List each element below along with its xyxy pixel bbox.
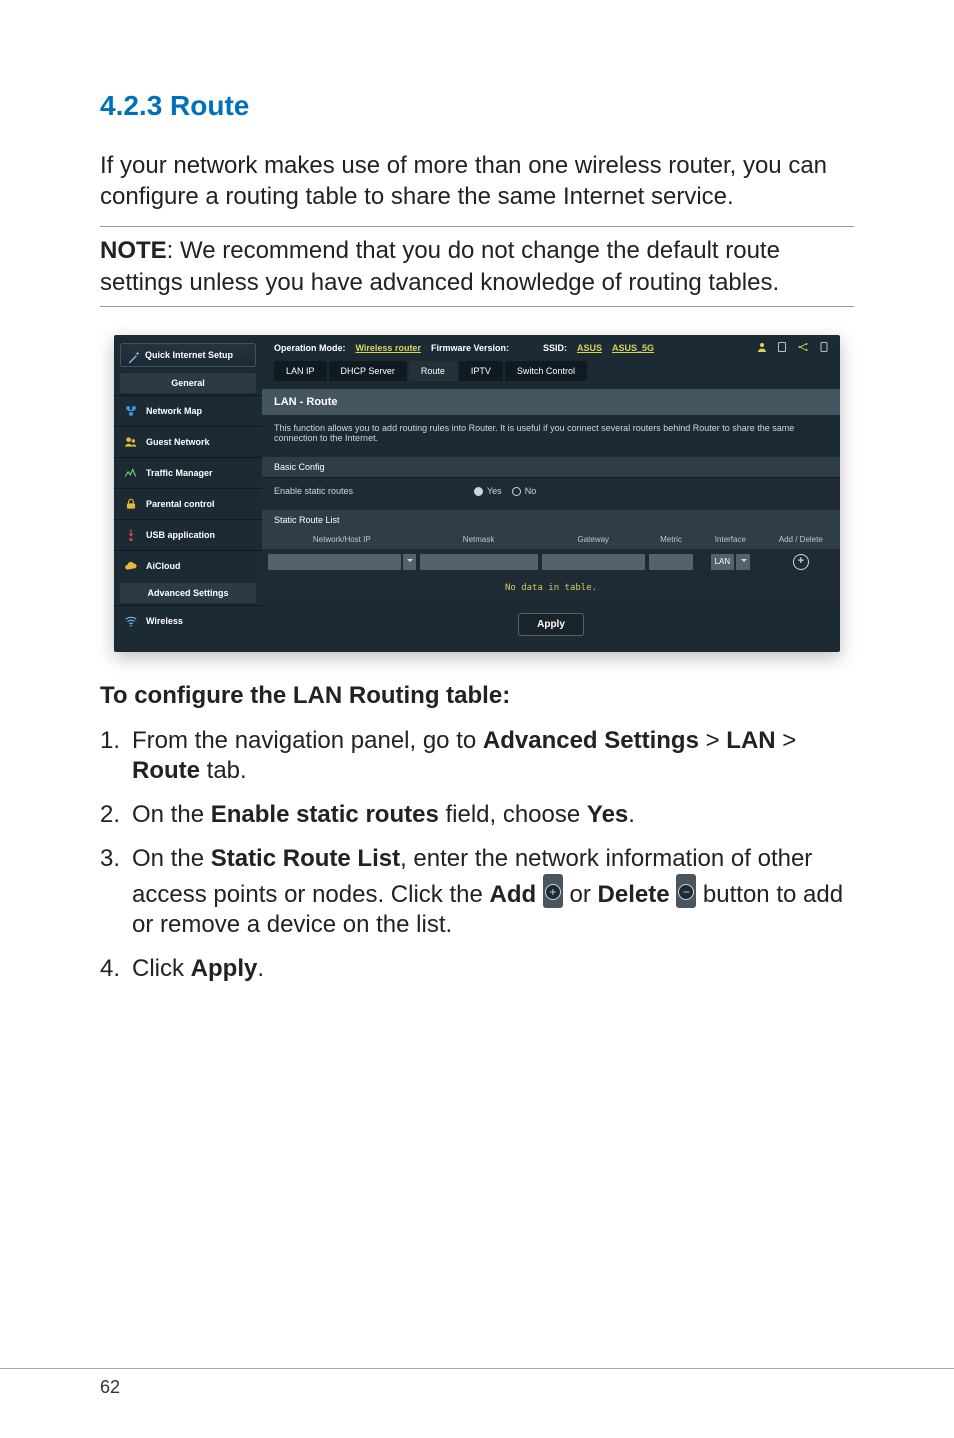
step-4: Click Apply. — [100, 954, 854, 984]
col-interface: Interface — [697, 535, 763, 544]
user-icon[interactable] — [756, 341, 768, 353]
delete-icon-button: − — [676, 874, 696, 908]
step-2: On the Enable static routes field, choos… — [100, 800, 854, 830]
quick-internet-setup[interactable]: Quick Internet Setup — [120, 343, 256, 367]
route-table-header: Network/Host IP Netmask Gateway Metric I… — [262, 530, 840, 549]
enable-static-routes-field[interactable]: Yes No — [474, 486, 536, 496]
network-status-icon[interactable] — [796, 341, 810, 353]
ssid-label: SSID: — [543, 343, 567, 353]
page-icon[interactable] — [776, 341, 788, 353]
traffic-manager-icon — [124, 466, 138, 480]
sidebar-item-label: Wireless — [146, 616, 183, 626]
device-icon[interactable] — [818, 341, 830, 353]
page-footer: 62 — [0, 1368, 954, 1398]
sidebar-item-aicloud[interactable]: AiCloud — [114, 550, 262, 581]
router-screenshot: Quick Internet Setup General Network Map… — [114, 335, 840, 652]
tab-switch-control[interactable]: Switch Control — [505, 361, 587, 381]
plus-icon: + — [545, 884, 561, 900]
sidebar-item-wireless[interactable]: Wireless — [114, 605, 262, 636]
note-box: NOTE: We recommend that you do not chang… — [100, 226, 854, 306]
minus-icon: − — [678, 884, 694, 900]
netmask-input[interactable] — [420, 554, 538, 570]
sidebar-item-label: USB application — [146, 530, 215, 540]
lock-icon — [124, 497, 138, 511]
guest-network-icon — [124, 435, 138, 449]
lan-tabs: LAN IP DHCP Server Route IPTV Switch Con… — [262, 361, 840, 381]
ssid-2[interactable]: ASUS_5G — [612, 343, 654, 353]
sidebar-section-general: General — [120, 373, 256, 393]
qi-label: Quick Internet Setup — [145, 350, 233, 360]
add-route-button[interactable]: + — [793, 554, 809, 570]
sidebar-item-usb-application[interactable]: USB application — [114, 519, 262, 550]
tab-lan-ip[interactable]: LAN IP — [274, 361, 327, 381]
radio-yes[interactable] — [474, 487, 483, 496]
enable-static-routes-label: Enable static routes — [274, 486, 474, 496]
section-static-route-list: Static Route List — [262, 510, 840, 530]
section-basic-config: Basic Config — [262, 457, 840, 477]
network-map-icon — [124, 404, 138, 418]
interface-select[interactable]: LAN — [711, 554, 735, 570]
sidebar-section-advanced: Advanced Settings — [120, 583, 256, 603]
network-host-ip-dropdown[interactable] — [403, 554, 416, 570]
procedure-heading: To configure the LAN Routing table: — [100, 682, 854, 710]
wand-icon — [127, 350, 141, 364]
radio-no-label: No — [525, 486, 537, 496]
section-heading: 4.2.3 Route — [100, 90, 854, 122]
tab-dhcp-server[interactable]: DHCP Server — [329, 361, 407, 381]
col-gateway: Gateway — [542, 535, 645, 544]
no-data-message: No data in table. — [262, 575, 840, 601]
network-host-ip-input[interactable] — [268, 554, 401, 570]
metric-input[interactable] — [649, 554, 693, 570]
route-input-row: LAN + — [262, 549, 840, 575]
radio-yes-label: Yes — [487, 486, 502, 496]
enable-static-routes-row: Enable static routes Yes No — [262, 477, 840, 504]
fw-label: Firmware Version: — [431, 343, 509, 353]
col-network-host-ip: Network/Host IP — [268, 535, 416, 544]
sidebar-item-label: Traffic Manager — [146, 468, 213, 478]
opmode-value[interactable]: Wireless router — [356, 343, 421, 353]
ssid-1[interactable]: ASUS — [577, 343, 602, 353]
interface-dropdown[interactable] — [736, 554, 750, 570]
radio-no[interactable] — [512, 487, 521, 496]
sidebar-item-label: Guest Network — [146, 437, 210, 447]
sidebar-item-parental-control[interactable]: Parental control — [114, 488, 262, 519]
procedure-steps: From the navigation panel, go to Advance… — [100, 726, 854, 984]
opmode-label: Operation Mode: — [274, 343, 346, 353]
intro-paragraph: If your network makes use of more than o… — [100, 150, 854, 212]
gateway-input[interactable] — [542, 554, 645, 570]
step-1: From the navigation panel, go to Advance… — [100, 726, 854, 786]
panel-title: LAN - Route — [262, 389, 840, 415]
col-add-delete: Add / Delete — [768, 535, 834, 544]
note-label: NOTE — [100, 237, 167, 264]
router-main: Operation Mode: Wireless router Firmware… — [262, 335, 840, 652]
sidebar-item-label: Parental control — [146, 499, 215, 509]
apply-button[interactable]: Apply — [518, 613, 584, 636]
router-sidebar: Quick Internet Setup General Network Map… — [114, 335, 262, 652]
wifi-icon — [124, 614, 138, 628]
tab-route[interactable]: Route — [409, 361, 457, 381]
note-text: : We recommend that you do not change th… — [100, 237, 780, 295]
col-netmask: Netmask — [420, 535, 538, 544]
tab-iptv[interactable]: IPTV — [459, 361, 503, 381]
sidebar-item-network-map[interactable]: Network Map — [114, 395, 262, 426]
sidebar-item-label: Network Map — [146, 406, 202, 416]
add-icon-button: + — [543, 874, 563, 908]
cloud-icon — [124, 559, 138, 573]
col-metric: Metric — [649, 535, 693, 544]
router-top-bar: Operation Mode: Wireless router Firmware… — [262, 335, 840, 357]
panel-description: This function allows you to add routing … — [262, 415, 840, 451]
apply-row: Apply — [262, 601, 840, 652]
step-3: On the Static Route List, enter the netw… — [100, 844, 854, 940]
sidebar-item-label: AiCloud — [146, 561, 181, 571]
sidebar-item-guest-network[interactable]: Guest Network — [114, 426, 262, 457]
sidebar-item-traffic-manager[interactable]: Traffic Manager — [114, 457, 262, 488]
page-number: 62 — [100, 1377, 120, 1397]
usb-icon — [124, 528, 138, 542]
